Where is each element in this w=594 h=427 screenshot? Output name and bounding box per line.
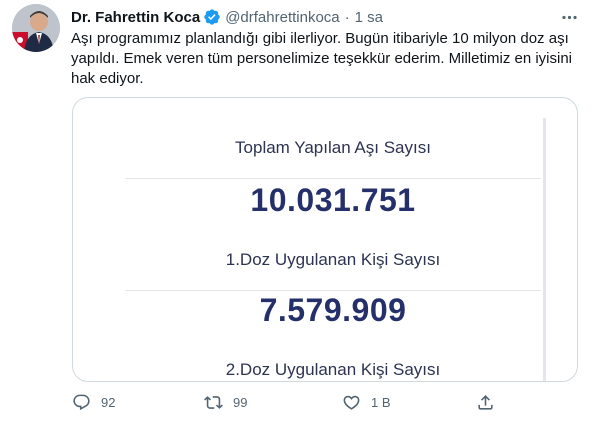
reply-icon — [72, 393, 91, 412]
like-button[interactable]: 1 B — [342, 393, 391, 412]
dose1-value: 7.579.909 — [259, 292, 407, 328]
verified-badge-icon — [203, 8, 221, 26]
stats-divider — [125, 178, 541, 179]
like-count: 1 B — [371, 395, 391, 410]
retweet-count: 99 — [233, 395, 248, 410]
stats-divider — [125, 290, 541, 291]
avatar[interactable] — [12, 4, 60, 52]
vaccine-stats-panel: Toplam Yapılan Aşı Sayısı 10.031.751 1.D… — [125, 116, 541, 381]
heart-icon — [342, 393, 361, 412]
retweet-button[interactable]: 99 — [204, 393, 247, 412]
more-dots-icon[interactable] — [558, 6, 580, 28]
tweet[interactable]: Dr. Fahrettin Koca @drfahrettinkoca · 1 … — [0, 0, 594, 427]
retweet-icon — [204, 393, 223, 412]
total-vaccine-value: 10.031.751 — [250, 182, 416, 218]
share-icon — [476, 393, 495, 412]
reply-count: 92 — [101, 395, 116, 410]
dose1-label: 1.Doz Uygulanan Kişi Sayısı — [225, 250, 441, 269]
dose2-label: 2.Doz Uygulanan Kişi Sayısı — [225, 360, 441, 379]
tweet-media-image[interactable]: Toplam Yapılan Aşı Sayısı 10.031.751 1.D… — [72, 97, 578, 382]
share-button[interactable] — [476, 393, 495, 412]
header-separator: · — [344, 8, 350, 26]
reply-button[interactable]: 92 — [72, 393, 115, 412]
tweet-actions: 92 99 1 B — [72, 393, 512, 417]
image-edge-line — [543, 118, 546, 381]
tweet-header: Dr. Fahrettin Koca @drfahrettinkoca · 1 … — [71, 7, 383, 27]
author-handle[interactable]: @drfahrettinkoca — [225, 9, 339, 26]
author-name[interactable]: Dr. Fahrettin Koca — [71, 9, 200, 26]
tweet-text: Aşı programımız planlandığı gibi ilerliy… — [71, 30, 573, 87]
total-vaccine-label: Toplam Yapılan Aşı Sayısı — [235, 138, 431, 157]
tweet-timestamp[interactable]: 1 sa — [355, 9, 383, 26]
